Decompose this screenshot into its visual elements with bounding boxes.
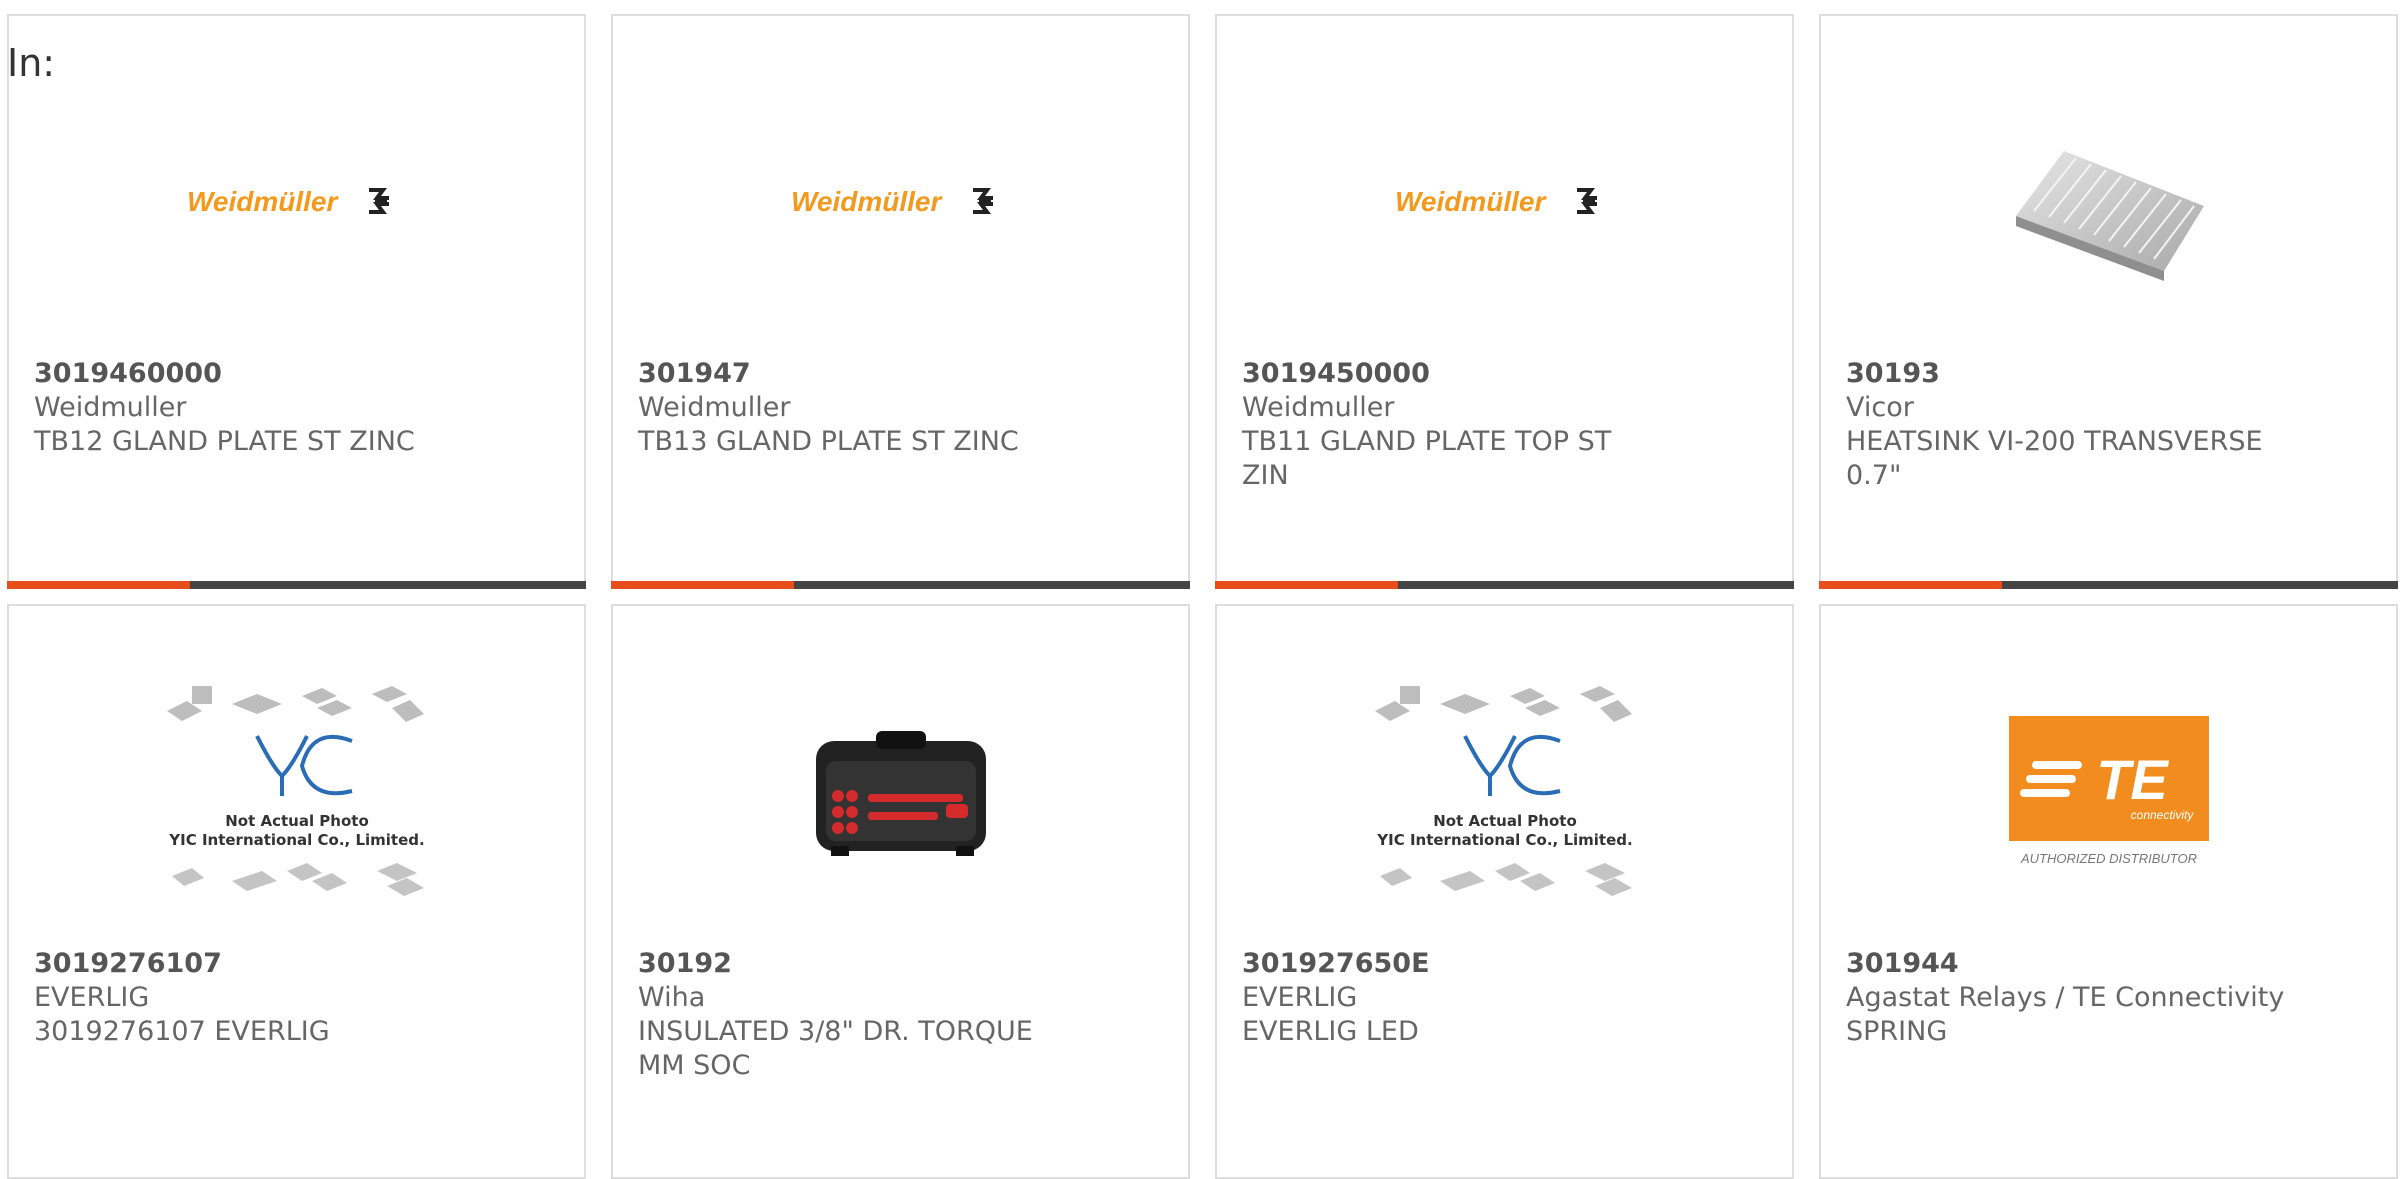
yic-placeholder-image: Not Actual Photo YIC International Co., … xyxy=(1374,686,1632,896)
description: HEATSINK VI-200 TRANSVERSE 0.7" xyxy=(1846,426,2263,491)
part-number[interactable]: 30193 xyxy=(1846,357,2371,391)
description: TB11 GLAND PLATE TOP ST ZIN xyxy=(1242,426,1612,491)
part-number[interactable]: 301944 xyxy=(1846,947,2371,981)
product-image[interactable]: Weidmüller xyxy=(1217,76,1792,326)
card-footer-bar xyxy=(7,581,586,589)
product-card[interactable]: Not Actual Photo YIC International Co., … xyxy=(1215,604,1794,1179)
description: TB12 GLAND PLATE ST ZINC xyxy=(34,426,415,457)
description: EVERLIG LED xyxy=(1242,1016,1419,1047)
card-footer-bar xyxy=(611,581,1190,589)
search-scope-label: In: xyxy=(7,41,56,85)
product-image[interactable]: Weidmüller xyxy=(613,76,1188,326)
manufacturer: EVERLIG xyxy=(34,982,150,1013)
weidmuller-logo: Weidmüller xyxy=(1395,186,1597,217)
product-card[interactable]: Weidmüller 3019450000 Weidmuller TB11 GL… xyxy=(1215,14,1794,589)
manufacturer: Wiha xyxy=(638,982,706,1013)
product-image[interactable]: Weidmüller xyxy=(9,76,584,326)
weidmuller-logo-text: Weidmüller xyxy=(187,186,340,217)
product-image[interactable]: Not Actual Photo YIC International Co., … xyxy=(1217,666,1792,916)
manufacturer: Weidmuller xyxy=(34,392,187,423)
product-image[interactable] xyxy=(1821,76,2396,326)
part-number[interactable]: 30192 xyxy=(638,947,1163,981)
part-number[interactable]: 301947 xyxy=(638,357,1163,391)
product-card[interactable]: Weidmüller 301947 Weidmuller TB13 GLAND … xyxy=(611,14,1190,589)
card-footer-bar xyxy=(1215,581,1794,589)
part-number[interactable]: 3019460000 xyxy=(34,357,559,391)
part-number[interactable]: 3019276107 xyxy=(34,947,559,981)
weidmuller-logo: Weidmüller xyxy=(187,186,389,217)
product-image[interactable]: TE connectivity AUTHORIZED DISTRIBUTOR xyxy=(1821,666,2396,916)
product-card[interactable]: 30193 Vicor HEATSINK VI-200 TRANSVERSE 0… xyxy=(1819,14,2398,589)
yic-caption-line1: Not Actual Photo xyxy=(1433,812,1577,830)
description: TB13 GLAND PLATE ST ZINC xyxy=(638,426,1019,457)
product-card[interactable]: Weidmüller 3019460000 Weidmuller TB12 GL… xyxy=(7,14,586,589)
te-logo-subtext: connectivity xyxy=(2130,808,2194,822)
card-footer-bar xyxy=(1819,581,2398,589)
svg-text:TE: TE xyxy=(2096,748,2169,811)
description: SPRING xyxy=(1846,1016,1948,1047)
description: INSULATED 3/8" DR. TORQUE MM SOC xyxy=(638,1016,1033,1081)
product-image[interactable]: Not Actual Photo YIC International Co., … xyxy=(9,666,584,916)
manufacturer: EVERLIG xyxy=(1242,982,1358,1013)
yic-caption-line2: YIC International Co., Limited. xyxy=(1376,831,1632,849)
product-image[interactable] xyxy=(613,666,1188,916)
te-authorized-text: AUTHORIZED DISTRIBUTOR xyxy=(2020,851,2197,866)
manufacturer: Agastat Relays / TE Connectivity xyxy=(1846,982,2285,1013)
manufacturer: Vicor xyxy=(1846,392,1914,423)
heatsink-photo xyxy=(2015,151,2204,281)
product-card[interactable]: TE connectivity AUTHORIZED DISTRIBUTOR 3… xyxy=(1819,604,2398,1179)
product-card[interactable]: 30192 Wiha INSULATED 3/8" DR. TORQUE MM … xyxy=(611,604,1190,1179)
yic-caption-line2: YIC International Co., Limited. xyxy=(168,831,424,849)
yic-placeholder-image: Not Actual Photo YIC International Co., … xyxy=(166,686,424,896)
product-card[interactable]: Not Actual Photo YIC International Co., … xyxy=(7,604,586,1179)
part-number[interactable]: 301927650E xyxy=(1242,947,1767,981)
weidmuller-logo-text: Weidmüller xyxy=(1395,186,1548,217)
toolkit-photo xyxy=(815,731,986,856)
description: 3019276107 EVERLIG xyxy=(34,1016,330,1047)
te-connectivity-logo: TE connectivity AUTHORIZED DISTRIBUTOR xyxy=(2008,716,2209,866)
weidmuller-logo: Weidmüller xyxy=(791,186,993,217)
yic-caption-line1: Not Actual Photo xyxy=(225,812,369,830)
part-number[interactable]: 3019450000 xyxy=(1242,357,1767,391)
manufacturer: Weidmuller xyxy=(1242,392,1395,423)
manufacturer: Weidmuller xyxy=(638,392,791,423)
weidmuller-logo-text: Weidmüller xyxy=(791,186,944,217)
